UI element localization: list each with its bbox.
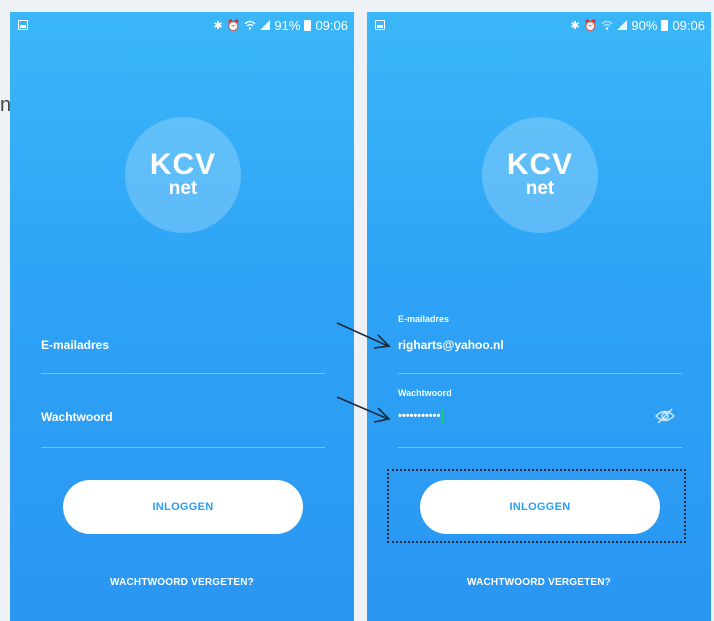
annotation-arrows bbox=[336, 322, 391, 423]
arrow-to-password-field bbox=[336, 396, 391, 423]
arrow-to-email-field bbox=[336, 322, 391, 349]
